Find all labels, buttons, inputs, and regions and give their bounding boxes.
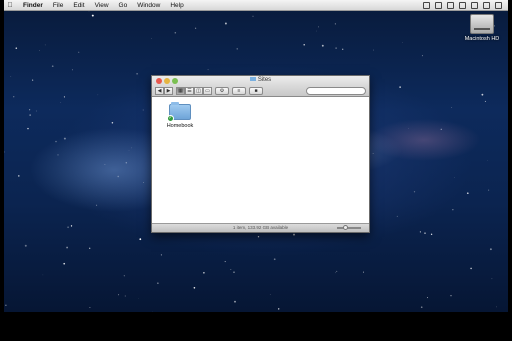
share-icon[interactable]: ■	[249, 86, 263, 95]
menu-file[interactable]: File	[48, 2, 68, 9]
menu-bar:  Finder File Edit View Go Window Help	[4, 0, 508, 11]
list-view-icon[interactable]: ☰	[185, 86, 194, 95]
bluetooth-icon[interactable]	[435, 1, 442, 9]
folder-item[interactable]: ✓ Homebook	[166, 102, 194, 129]
hard-drive-icon[interactable]	[470, 14, 494, 34]
folder-icon[interactable]: ✓	[167, 102, 191, 122]
user-icon[interactable]	[483, 1, 490, 9]
back-icon[interactable]: ◀	[155, 86, 164, 95]
toolbar: ◀ ▶ ▦ ☰ ◫ ▭ ⚙ ≡ ■	[155, 86, 366, 95]
volume-icon[interactable]	[459, 1, 466, 9]
status-bar: 1 item, 133.92 GB available	[152, 223, 369, 232]
arrange-icon[interactable]: ≡	[232, 86, 246, 95]
folder-icon	[249, 77, 256, 82]
apple-icon[interactable]: 	[4, 2, 18, 9]
menu-finder[interactable]: Finder	[18, 2, 48, 9]
title-bar[interactable]: Sites ◀ ▶ ▦ ☰ ◫ ▭ ⚙ ≡ ■	[152, 76, 369, 97]
battery-icon[interactable]	[471, 1, 478, 9]
view-buttons: ▦ ☰ ◫ ▭	[176, 86, 212, 95]
window-title-text: Sites	[257, 77, 272, 83]
menu-extras	[423, 1, 508, 9]
content-area: ✓ Homebook	[152, 98, 369, 223]
nav-buttons: ◀ ▶	[155, 86, 173, 95]
folder-label: Homebook	[166, 123, 194, 129]
hard-drive-label: Macintosh HD	[464, 36, 500, 42]
checkmark-badge-icon: ✓	[167, 115, 174, 122]
action-gear-icon[interactable]: ⚙	[215, 86, 229, 95]
forward-icon[interactable]: ▶	[164, 86, 173, 95]
status-text: 1 item, 133.92 GB available	[232, 225, 289, 230]
slider-knob[interactable]	[343, 225, 348, 230]
menu-window[interactable]: Window	[132, 2, 165, 9]
time-machine-icon[interactable]	[423, 1, 430, 9]
menu-view[interactable]: View	[90, 2, 114, 9]
spotlight-icon[interactable]	[495, 1, 502, 9]
wifi-icon[interactable]	[447, 1, 454, 9]
finder-window: Sites ◀ ▶ ▦ ☰ ◫ ▭ ⚙ ≡ ■ ✓ Homebook 1 ite…	[151, 75, 370, 233]
menu-edit[interactable]: Edit	[68, 2, 89, 9]
window-title: Sites	[152, 77, 369, 83]
hard-drive[interactable]: Macintosh HD	[462, 14, 502, 42]
column-view-icon[interactable]: ◫	[194, 86, 203, 95]
icon-size-slider[interactable]	[337, 225, 361, 230]
search-input[interactable]	[306, 86, 366, 95]
cover-flow-icon[interactable]: ▭	[203, 86, 212, 95]
menu-help[interactable]: Help	[165, 2, 188, 9]
menu-go[interactable]: Go	[114, 2, 133, 9]
desktop:  Finder File Edit View Go Window Help M…	[4, 0, 508, 312]
icon-view-icon[interactable]: ▦	[176, 86, 185, 95]
